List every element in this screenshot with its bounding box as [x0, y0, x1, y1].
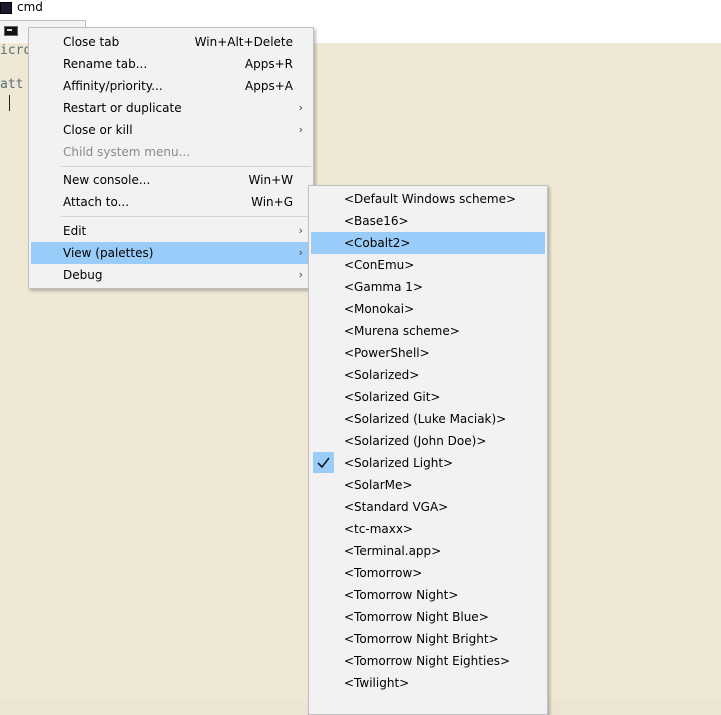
palette-item-label: <Tomorrow Night Bright> — [344, 632, 499, 646]
palette-item-highlighted[interactable]: <Cobalt2> — [311, 232, 545, 254]
palette-item-label: <SolarMe> — [344, 478, 413, 492]
palette-item[interactable]: <Tomorrow Night Blue> — [311, 606, 545, 628]
palette-item[interactable]: <Terminal.app> — [311, 540, 545, 562]
palette-item[interactable]: <Monokai> — [311, 298, 545, 320]
palette-item[interactable]: <tc-maxx> — [311, 518, 545, 540]
palette-item[interactable]: <Standard VGA> — [311, 496, 545, 518]
palette-item[interactable]: <Tomorrow Night> — [311, 584, 545, 606]
menu-item-label: Rename tab... — [63, 57, 148, 71]
menu-item-label: New console... — [63, 173, 151, 187]
palette-item[interactable]: <SolarMe> — [311, 474, 545, 496]
console-output-line: icro — [0, 43, 32, 58]
palette-item[interactable]: <Gamma 1> — [311, 276, 545, 298]
palette-item-label: <Terminal.app> — [344, 544, 442, 558]
menu-item-shortcut: Win+Alt+Delete — [194, 35, 293, 49]
palette-item-label: <Base16> — [344, 214, 409, 228]
palette-item-label: <Solarized> — [344, 368, 420, 382]
menu-item-edit[interactable]: Edit › — [31, 220, 311, 242]
window-title: cmd — [17, 0, 43, 14]
menu-item-shortcut: Apps+R — [244, 57, 293, 71]
palette-item-checked[interactable]: <Solarized Light> — [311, 452, 545, 474]
palettes-submenu: <Default Windows scheme> <Base16> <Cobal… — [308, 185, 548, 715]
palette-item[interactable]: <Base16> — [311, 210, 545, 232]
palette-item-label: <Solarized (John Doe)> — [344, 434, 487, 448]
menu-separator — [61, 166, 311, 167]
palette-item[interactable]: <Tomorrow Night Eighties> — [311, 650, 545, 672]
console-app-icon — [0, 2, 12, 14]
submenu-arrow-icon: › — [298, 101, 303, 114]
menu-item-child-system-menu: Child system menu... — [31, 141, 311, 163]
menu-item-shortcut: Win+W — [248, 173, 293, 187]
menu-item-label: Affinity/priority... — [63, 79, 163, 93]
palette-item-label: <Cobalt2> — [344, 236, 411, 250]
palette-item[interactable]: <Tomorrow> — [311, 562, 545, 584]
palette-item-label: <Solarized Git> — [344, 390, 441, 404]
palette-item-label: <Solarized (Luke Maciak)> — [344, 412, 507, 426]
menu-item-close-tab[interactable]: Close tab Win+Alt+Delete — [31, 31, 311, 53]
palette-item-label: <Tomorrow Night Eighties> — [344, 654, 511, 668]
palette-item-label: <Default Windows scheme> — [344, 192, 517, 206]
palette-item[interactable]: <Solarized (John Doe)> — [311, 430, 545, 452]
palette-item-label: <Tomorrow Night> — [344, 588, 459, 602]
menu-item-label: Debug — [63, 268, 103, 282]
window-titlebar: cmd — [0, 0, 721, 20]
palette-item[interactable]: <Solarized Git> — [311, 386, 545, 408]
menu-item-label: Restart or duplicate — [63, 101, 182, 115]
menu-item-label: View (palettes) — [63, 246, 154, 260]
menu-item-restart-duplicate[interactable]: Restart or duplicate › — [31, 97, 311, 119]
palette-item[interactable]: <Tomorrow Night Bright> — [311, 628, 545, 650]
menu-item-label: Close or kill — [63, 123, 133, 137]
menu-item-view-palettes[interactable]: View (palettes) › — [31, 242, 311, 264]
palette-item[interactable]: <Solarized> — [311, 364, 545, 386]
submenu-arrow-icon: › — [298, 246, 303, 259]
tab-context-menu: Close tab Win+Alt+Delete Rename tab... A… — [28, 27, 314, 289]
menu-item-debug[interactable]: Debug › — [31, 264, 311, 286]
palette-item-label: <Tomorrow Night Blue> — [344, 610, 489, 624]
palette-item[interactable]: <Default Windows scheme> — [311, 188, 545, 210]
menu-separator — [61, 216, 311, 217]
palette-item[interactable]: <Solarized (Luke Maciak)> — [311, 408, 545, 430]
menu-item-attach-to[interactable]: Attach to... Win+G — [31, 191, 311, 213]
palette-item[interactable]: <Twilight> — [311, 672, 545, 694]
console-output-line: att — [0, 77, 24, 92]
submenu-arrow-icon: › — [298, 123, 303, 136]
text-cursor — [9, 95, 10, 111]
palette-item[interactable]: <PowerShell> — [311, 342, 545, 364]
checkmark-icon — [313, 452, 334, 473]
palette-item-label: <Monokai> — [344, 302, 415, 316]
menu-item-affinity[interactable]: Affinity/priority... Apps+A — [31, 75, 311, 97]
menu-item-rename-tab[interactable]: Rename tab... Apps+R — [31, 53, 311, 75]
palette-item-label: <ConEmu> — [344, 258, 415, 272]
palette-item-label: <Solarized Light> — [344, 456, 454, 470]
submenu-arrow-icon: › — [298, 224, 303, 237]
palette-item[interactable]: <Murena scheme> — [311, 320, 545, 342]
menu-item-label: Child system menu... — [63, 145, 191, 159]
submenu-arrow-icon: › — [298, 268, 303, 281]
palette-item-label: <Tomorrow> — [344, 566, 423, 580]
palette-item-label: <PowerShell> — [344, 346, 430, 360]
palette-item-label: <Standard VGA> — [344, 500, 449, 514]
menu-item-shortcut: Apps+A — [245, 79, 293, 93]
palette-item-label: <Gamma 1> — [344, 280, 423, 294]
menu-item-label: Attach to... — [63, 195, 130, 209]
menu-item-label: Edit — [63, 224, 87, 238]
console-tab-icon — [4, 26, 18, 36]
menu-item-close-or-kill[interactable]: Close or kill › — [31, 119, 311, 141]
palette-item-label: <tc-maxx> — [344, 522, 413, 536]
palette-item-label: <Twilight> — [344, 676, 410, 690]
menu-item-shortcut: Win+G — [251, 195, 293, 209]
palette-item[interactable]: <ConEmu> — [311, 254, 545, 276]
menu-item-new-console[interactable]: New console... Win+W — [31, 169, 311, 191]
menu-item-label: Close tab — [63, 35, 120, 49]
palette-item-label: <Murena scheme> — [344, 324, 460, 338]
